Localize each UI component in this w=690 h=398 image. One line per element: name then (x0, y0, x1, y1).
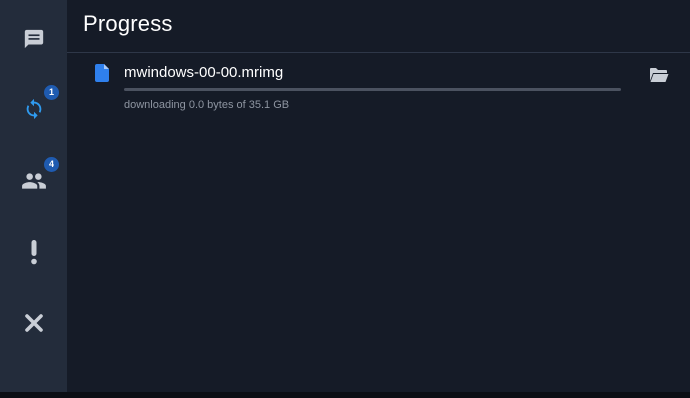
transfer-progress-bar (124, 88, 621, 91)
sync-icon (26, 98, 41, 120)
sidebar-item-alert[interactable] (0, 222, 67, 282)
transfer-file-name: mwindows-00-00.mrimg (124, 64, 284, 81)
progress-panel: Progress mwindows-00-00.mrimg downloadin… (67, 0, 690, 392)
file-icon (95, 64, 109, 82)
app-window: 1 4 Progress mwindows-00-00.mrimg downlo… (0, 0, 690, 398)
bottom-edge-bar (0, 392, 690, 398)
header-divider (67, 52, 690, 53)
transfer-status-text: downloading 0.0 bytes of 35.1 GB (124, 99, 290, 111)
exclamation-icon (30, 240, 37, 265)
transfer-item: mwindows-00-00.mrimg downloading 0.0 byt… (67, 56, 690, 116)
close-icon (24, 314, 43, 332)
open-folder-icon[interactable] (649, 67, 669, 83)
users-icon (21, 173, 46, 189)
sidebar-item-chat[interactable] (0, 9, 67, 69)
sidebar: 1 4 (0, 0, 67, 392)
sidebar-item-users[interactable]: 4 (0, 151, 67, 211)
sidebar-item-sync[interactable]: 1 (0, 79, 67, 139)
sidebar-item-close[interactable] (0, 293, 67, 353)
users-count-badge: 4 (44, 157, 59, 172)
chat-icon (24, 29, 43, 49)
sync-count-badge: 1 (44, 85, 59, 100)
page-title: Progress (83, 11, 173, 36)
